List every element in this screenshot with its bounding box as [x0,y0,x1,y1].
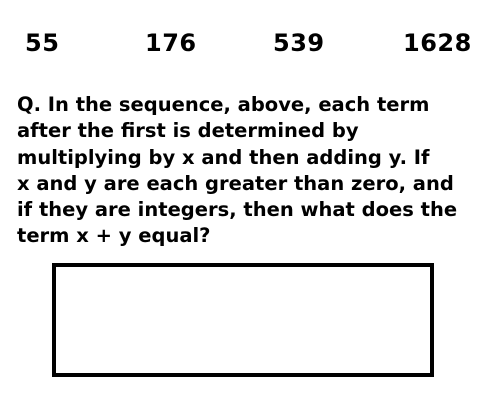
sequence-term-1: 55 [25,29,60,57]
sequence-term-2: 176 [145,29,197,57]
answer-box[interactable] [52,263,434,377]
sequence-terms: 55 176 539 1628 [0,28,500,60]
sequence-term-3: 539 [273,29,325,57]
sequence-term-4: 1628 [403,29,472,57]
question-text: Q. In the sequence, above, each term aft… [17,93,458,248]
